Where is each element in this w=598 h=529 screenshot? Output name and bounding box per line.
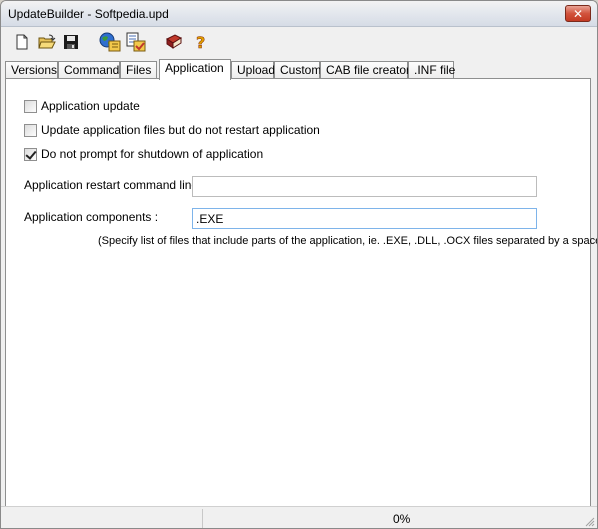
help-icon: ? bbox=[196, 33, 206, 51]
no-prompt-checkbox[interactable] bbox=[24, 147, 37, 161]
save-icon bbox=[64, 35, 78, 49]
client-area: ? Versions Commands Files Application Up… bbox=[1, 27, 597, 528]
build-package-icon bbox=[126, 32, 146, 52]
progress-text: 0% bbox=[393, 512, 411, 526]
book-button[interactable] bbox=[163, 31, 185, 53]
application-update-option[interactable]: Application update bbox=[24, 98, 140, 114]
tab-custom[interactable]: Custom bbox=[274, 61, 321, 79]
status-bar: 0% bbox=[1, 506, 597, 528]
tab-application[interactable]: Application bbox=[159, 59, 231, 80]
web-update-icon bbox=[99, 32, 121, 52]
tab-versions[interactable]: Versions bbox=[5, 61, 58, 79]
components-label: Application components : bbox=[24, 210, 159, 224]
tab-commands[interactable]: Commands bbox=[58, 61, 125, 79]
close-icon: ✕ bbox=[572, 6, 584, 21]
components-hint: (Specify list of files that include part… bbox=[98, 235, 598, 247]
new-file-button[interactable] bbox=[11, 31, 33, 53]
app-window: UpdateBuilder - Softpedia.upd ✕ ? Versio… bbox=[0, 0, 598, 529]
title-bar[interactable]: UpdateBuilder - Softpedia.upd ✕ bbox=[1, 1, 597, 27]
svg-text:?: ? bbox=[196, 33, 205, 51]
no-prompt-option[interactable]: Do not prompt for shutdown of applicatio… bbox=[24, 146, 263, 162]
tab-cab-file-creator[interactable]: CAB file creator bbox=[320, 61, 410, 79]
components-input[interactable] bbox=[192, 208, 537, 229]
tab-files[interactable]: Files bbox=[120, 61, 157, 79]
web-update-button[interactable] bbox=[99, 31, 121, 53]
window-title: UpdateBuilder - Softpedia.upd bbox=[8, 7, 169, 21]
tab-inf-file[interactable]: .INF file bbox=[408, 61, 455, 79]
build-package-button[interactable] bbox=[125, 31, 147, 53]
new-file-icon bbox=[16, 34, 28, 50]
application-tab-panel: Application update Update application fi… bbox=[5, 78, 597, 514]
restart-command-label: Application restart command line : bbox=[24, 178, 205, 192]
book-icon bbox=[166, 34, 183, 49]
resize-grip-icon[interactable] bbox=[585, 517, 595, 527]
close-button[interactable]: ✕ bbox=[565, 5, 591, 22]
save-button[interactable] bbox=[60, 31, 82, 53]
restart-command-input[interactable] bbox=[192, 176, 537, 197]
application-update-checkbox[interactable] bbox=[24, 99, 37, 113]
open-button[interactable] bbox=[36, 31, 58, 53]
no-restart-checkbox[interactable] bbox=[24, 123, 37, 137]
status-separator bbox=[202, 509, 203, 528]
no-restart-option[interactable]: Update application files but do not rest… bbox=[24, 122, 320, 138]
open-folder-icon bbox=[38, 34, 56, 49]
tab-upload[interactable]: Upload bbox=[231, 61, 275, 79]
help-button[interactable]: ? bbox=[190, 31, 212, 53]
toolbar: ? bbox=[1, 27, 597, 57]
